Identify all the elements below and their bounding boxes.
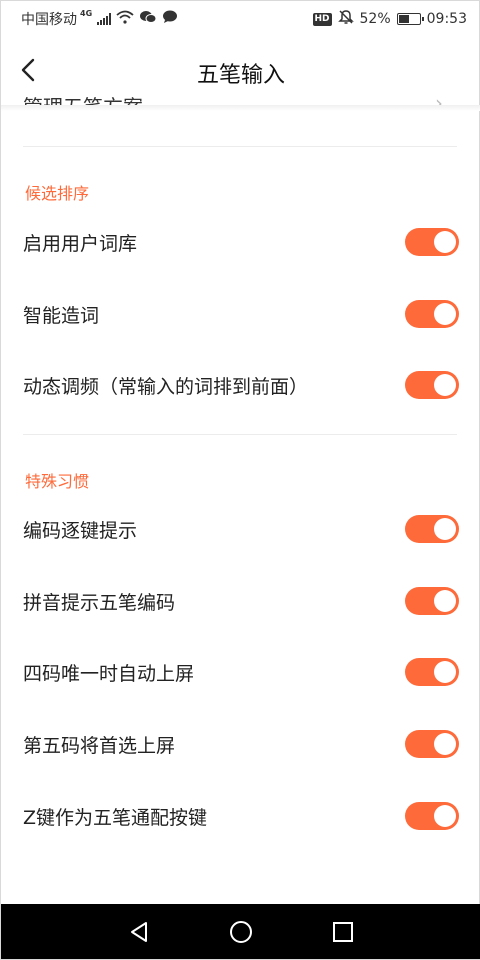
toggle-switch[interactable] [405,515,459,543]
toggle-knob [434,303,456,325]
toggle-switch[interactable] [405,228,459,256]
signal-icon [97,13,112,25]
back-triangle-icon[interactable] [125,918,153,946]
setting-label: Z键作为五笔通配按键 [23,807,208,829]
wechat-icon [139,10,157,28]
setting-label: 拼音提示五笔编码 [23,592,176,614]
section-title-special-habits: 特殊习惯 [25,472,90,491]
toggle-switch[interactable] [405,371,459,399]
setting-row-smart-word[interactable]: 智能造词 [1,289,480,339]
network-type: 4G [80,8,93,18]
toggle-switch[interactable] [405,658,459,686]
setting-row-user-dictionary[interactable]: 启用用户词库 [1,217,480,267]
battery-icon [396,13,424,25]
toggle-switch[interactable] [405,730,459,758]
setting-row-dynamic-frequency[interactable]: 动态调频（常输入的词排到前面） [1,360,480,410]
toggle-knob [434,661,456,683]
carrier-name: 中国移动 [21,12,77,28]
toggle-switch[interactable] [405,587,459,615]
section-title-candidate-order: 候选排序 [25,184,90,203]
toggle-switch[interactable] [405,300,459,328]
wifi-icon [116,10,134,28]
toggle-knob [434,231,456,253]
setting-row-auto-commit[interactable]: 四码唯一时自动上屏 [1,647,480,697]
system-nav-bar [1,904,480,959]
message-icon [162,10,178,28]
recents-square-icon[interactable] [329,918,357,946]
header-shadow [1,105,480,111]
toggle-knob [434,374,456,396]
setting-row-pinyin-hint[interactable]: 拼音提示五笔编码 [1,576,480,626]
toggle-knob [434,805,456,827]
setting-row-key-hint[interactable]: 编码逐键提示 [1,504,480,554]
toggle-knob [434,518,456,540]
hd-badge: HD [312,12,332,26]
status-left: 中国移动 4G [21,9,178,29]
status-right: HD 52% 09:53 [312,9,467,29]
setting-label: 四码唯一时自动上屏 [23,663,195,685]
toggle-knob [434,590,456,612]
clock: 09:53 [426,11,467,27]
toggle-switch[interactable] [405,802,459,830]
section-divider [23,434,457,435]
battery-percent: 52% [359,11,391,27]
setting-row-fifth-code[interactable]: 第五码将首选上屏 [1,719,480,769]
setting-label: 编码逐键提示 [23,520,138,542]
setting-row-z-wildcard[interactable]: Z键作为五笔通配按键 [1,791,480,841]
section-divider [23,146,457,147]
mute-icon [337,9,354,29]
toggle-knob [434,733,456,755]
setting-label: 第五码将首选上屏 [23,735,176,757]
setting-label: 智能造词 [23,305,100,327]
home-circle-icon[interactable] [227,918,255,946]
setting-label: 动态调频（常输入的词排到前面） [23,376,309,398]
page-title: 五笔输入 [196,63,285,88]
setting-label: 启用用户词库 [23,233,138,255]
battery-fill [398,15,410,23]
status-bar: 中国移动 4G HD 52% 09:53 [1,1,480,35]
